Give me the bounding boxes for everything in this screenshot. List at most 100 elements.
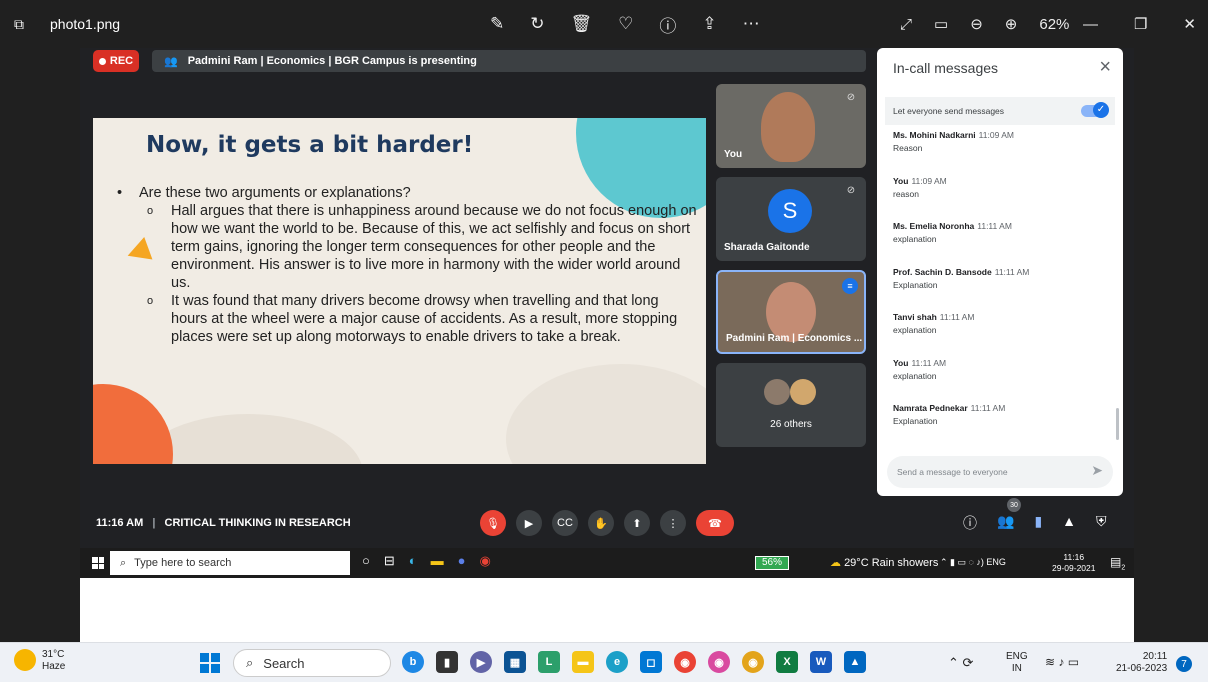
meeting-info: 11:16 AM | CRITICAL THINKING IN RESEARCH xyxy=(96,517,351,529)
lang-line2: IN xyxy=(1011,663,1022,674)
message-sender: You xyxy=(893,357,909,368)
l-app-icon[interactable]: L xyxy=(538,651,560,673)
cloud-icon: ☁ xyxy=(830,557,841,569)
more-options-button[interactable]: ⋮ xyxy=(660,510,686,536)
captions-button[interactable]: CC xyxy=(552,510,578,536)
clock-date: 21-06-2023 xyxy=(1116,663,1168,674)
send-icon[interactable]: ➤ xyxy=(1091,462,1103,479)
inner-battery: 56% xyxy=(755,556,789,570)
present-button[interactable]: ⬆ xyxy=(624,510,650,536)
favorite-icon[interactable]: ♡ xyxy=(618,14,633,34)
tray-icons: ⌃ ▮ ▭ ◌ ♪) xyxy=(940,557,984,567)
chat-message: Ms. Mohini Nadkarni 11:09 AM Reason xyxy=(893,130,1113,176)
system-icons[interactable]: ≋ ♪ ▭ xyxy=(1045,655,1079,669)
language-indicator[interactable]: ENG IN xyxy=(1006,651,1028,675)
edit-icon[interactable]: ✎ xyxy=(490,14,504,34)
photos-app-icon: ⧉ xyxy=(14,15,24,32)
slide-bullet: Are these two arguments or explanations? xyxy=(117,184,697,202)
edge-icon[interactable]: e xyxy=(606,651,628,673)
photo-content: REC 👥 Padmini Ram | Economics | BGR Camp… xyxy=(80,48,1134,642)
store-icon[interactable]: ▦ xyxy=(504,651,526,673)
chat-message: You 11:11 AM explanation xyxy=(893,358,1113,404)
close-icon[interactable]: × xyxy=(1099,56,1111,79)
inner-search-icon: ⌕ xyxy=(120,556,127,569)
volume-icon: ♪ xyxy=(1058,655,1065,669)
send-permission-toggle[interactable] xyxy=(1081,102,1109,118)
message-sender: Ms. Mohini Nadkarni xyxy=(893,130,976,140)
presenter-icon: 👥 xyxy=(164,55,178,68)
meeting-name: CRITICAL THINKING IN RESEARCH xyxy=(164,517,351,529)
fullscreen-icon[interactable]: ⤢ xyxy=(900,16,912,33)
mic-off-button[interactable]: 🎙 xyxy=(480,510,506,536)
tray-overflow-icon[interactable]: ⌃ ⟳ xyxy=(948,655,973,671)
slide-body: Are these two arguments or explanations?… xyxy=(117,184,697,346)
viewer-filename: photo1.png xyxy=(50,16,121,32)
message-time: 11:11 AM xyxy=(977,221,1012,231)
chat-scrollbar[interactable] xyxy=(1116,408,1119,440)
clock-time: 20:11 xyxy=(1142,651,1168,662)
meeting-panel-controls: ⓘ 👥 ▮ ▲ ⛨ xyxy=(963,513,1107,533)
chrome-profile-2-icon[interactable]: ◉ xyxy=(742,651,764,673)
file-explorer-icon[interactable]: ▬ xyxy=(572,651,594,673)
rotate-icon[interactable]: ↻ xyxy=(530,14,544,34)
word-icon[interactable]: W xyxy=(810,651,832,673)
tile-you[interactable]: ⊘ You xyxy=(716,84,866,168)
minimize-icon[interactable]: — xyxy=(1083,16,1098,33)
tile-others[interactable]: 26 others xyxy=(716,363,866,447)
slide-decor-beige-right xyxy=(506,364,706,464)
chat-message: Namrata Pednekar 11:11 AM Explanation xyxy=(893,403,1113,449)
more-icon[interactable]: ⋯ xyxy=(743,14,760,34)
message-text: explanation xyxy=(893,370,937,381)
tile-sharada[interactable]: S ⊘ Sharada Gaitonde xyxy=(716,177,866,261)
meeting-details-icon[interactable]: ⓘ xyxy=(963,513,977,533)
send-permission-label: Let everyone send messages xyxy=(893,106,1005,116)
chat-message-input[interactable]: Send a message to everyone ➤ xyxy=(887,456,1113,488)
restore-icon[interactable]: ❐ xyxy=(1134,15,1147,33)
delete-icon[interactable]: 🗑 xyxy=(571,14,593,34)
activities-icon[interactable]: ▲ xyxy=(1062,513,1076,533)
host-controls-icon[interactable]: ⛨ xyxy=(1096,513,1107,533)
zoom-out-icon[interactable]: ⊖ xyxy=(970,15,983,33)
start-button[interactable] xyxy=(200,653,220,673)
mail-icon[interactable]: ◻ xyxy=(640,651,662,673)
message-time: 11:11 AM xyxy=(911,357,947,368)
info-icon[interactable]: ⓘ xyxy=(659,12,676,37)
weather-widget[interactable]: 31°C Haze xyxy=(14,649,65,673)
close-icon[interactable]: ✕ xyxy=(1183,15,1196,33)
presenting-text: Padmini Ram | Economics | BGR Campus is … xyxy=(187,55,477,67)
task-view-icon[interactable]: ▮ xyxy=(436,651,458,673)
bing-icon[interactable]: b xyxy=(402,651,424,673)
actual-size-icon[interactable]: ▭ xyxy=(934,15,948,33)
chat-icon[interactable]: ▮ xyxy=(1034,513,1042,533)
leave-call-button[interactable]: ☎ xyxy=(696,510,734,536)
mic-off-icon: ⊘ xyxy=(846,185,856,196)
teams-icon[interactable]: ▶ xyxy=(470,651,492,673)
message-time: 11:11 AM xyxy=(939,312,975,322)
taskbar-search[interactable]: ⌕ Search xyxy=(233,649,391,677)
lang-line1: ENG xyxy=(1006,651,1028,662)
inner-time: 11:16 xyxy=(1063,552,1085,562)
battery-icon: ▭ xyxy=(1067,655,1080,669)
raise-hand-button[interactable]: ✋ xyxy=(588,510,614,536)
people-icon[interactable]: 👥 xyxy=(997,513,1014,533)
taskbar-apps: b ▮ ▶ ▦ L ▬ e ◻ ◉ ◉ ◉ X W ▲ xyxy=(402,651,866,673)
slide-title: Now, it gets a bit harder! xyxy=(146,132,474,158)
message-text: Reason xyxy=(893,143,923,153)
chat-message: Tanvi shah 11:11 AM explanation xyxy=(893,312,1113,358)
chrome-profile-icon[interactable]: ◉ xyxy=(708,651,730,673)
message-time: 11:09 AM xyxy=(978,130,1014,140)
chrome-icon[interactable]: ◉ xyxy=(674,651,696,673)
tile-padmini[interactable]: ≡ Padmini Ram | Economics ... xyxy=(716,270,866,354)
inner-start-icon xyxy=(92,557,104,569)
excel-icon[interactable]: X xyxy=(776,651,798,673)
zoom-in-icon[interactable]: ⊕ xyxy=(1005,15,1018,33)
notification-badge[interactable]: 7 xyxy=(1176,656,1192,672)
you-video-face xyxy=(761,92,815,162)
photos-icon[interactable]: ▲ xyxy=(844,651,866,673)
share-icon[interactable]: ⇪ xyxy=(702,14,716,34)
speaking-icon: ≡ xyxy=(842,278,858,294)
message-time: 11:11 AM xyxy=(994,266,1030,277)
taskbar-clock[interactable]: 20:11 21-06-2023 xyxy=(1116,651,1167,675)
camera-button[interactable]: ▶ xyxy=(516,510,542,536)
viewer-titlebar: ⧉ photo1.png ✎ ↻ 🗑 ♡ ⓘ ⇪ ⋯ ⤢ ▭ ⊖ ⊕ 62% —… xyxy=(0,0,1208,48)
